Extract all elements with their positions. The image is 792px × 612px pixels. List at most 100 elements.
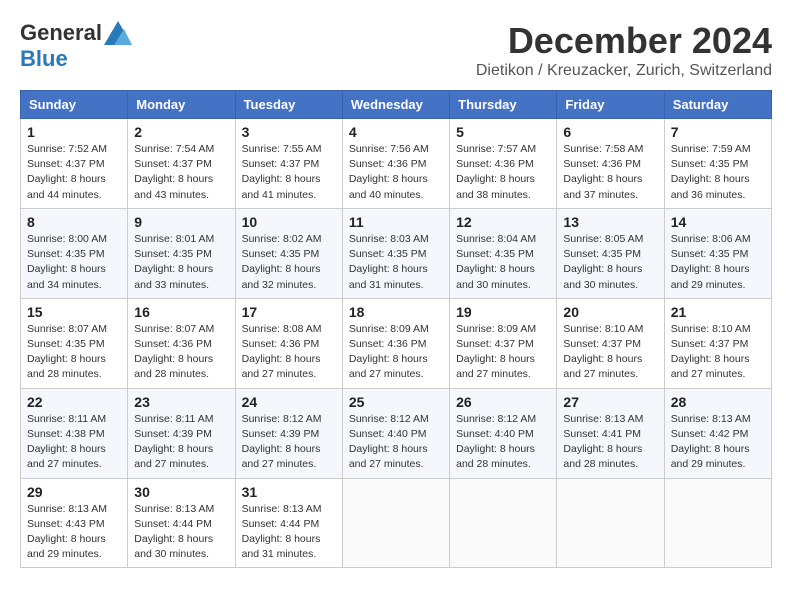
day-info: Sunrise: 8:13 AM Sunset: 4:41 PM Dayligh… xyxy=(563,412,657,473)
day-info: Sunrise: 8:10 AM Sunset: 4:37 PM Dayligh… xyxy=(563,322,657,383)
day-cell: 23 Sunrise: 8:11 AM Sunset: 4:39 PM Dayl… xyxy=(128,388,235,478)
day-cell: 15 Sunrise: 8:07 AM Sunset: 4:35 PM Dayl… xyxy=(21,298,128,388)
day-cell: 18 Sunrise: 8:09 AM Sunset: 4:36 PM Dayl… xyxy=(342,298,449,388)
day-number: 8 xyxy=(27,214,121,230)
day-info: Sunrise: 8:11 AM Sunset: 4:39 PM Dayligh… xyxy=(134,412,228,473)
day-info: Sunrise: 8:03 AM Sunset: 4:35 PM Dayligh… xyxy=(349,232,443,293)
day-number: 1 xyxy=(27,124,121,140)
day-info: Sunrise: 8:13 AM Sunset: 4:44 PM Dayligh… xyxy=(242,502,336,563)
day-number: 7 xyxy=(671,124,765,140)
day-info: Sunrise: 7:55 AM Sunset: 4:37 PM Dayligh… xyxy=(242,142,336,203)
day-info: Sunrise: 8:11 AM Sunset: 4:38 PM Dayligh… xyxy=(27,412,121,473)
day-info: Sunrise: 8:01 AM Sunset: 4:35 PM Dayligh… xyxy=(134,232,228,293)
day-cell: 3 Sunrise: 7:55 AM Sunset: 4:37 PM Dayli… xyxy=(235,119,342,209)
day-cell: 9 Sunrise: 8:01 AM Sunset: 4:35 PM Dayli… xyxy=(128,208,235,298)
day-number: 20 xyxy=(563,304,657,320)
day-info: Sunrise: 8:12 AM Sunset: 4:40 PM Dayligh… xyxy=(349,412,443,473)
weekday-header-saturday: Saturday xyxy=(664,91,771,119)
day-cell: 19 Sunrise: 8:09 AM Sunset: 4:37 PM Dayl… xyxy=(450,298,557,388)
day-cell: 20 Sunrise: 8:10 AM Sunset: 4:37 PM Dayl… xyxy=(557,298,664,388)
day-cell: 30 Sunrise: 8:13 AM Sunset: 4:44 PM Dayl… xyxy=(128,478,235,568)
weekday-header-row: SundayMondayTuesdayWednesdayThursdayFrid… xyxy=(21,91,772,119)
day-number: 31 xyxy=(242,484,336,500)
day-number: 27 xyxy=(563,394,657,410)
day-cell: 17 Sunrise: 8:08 AM Sunset: 4:36 PM Dayl… xyxy=(235,298,342,388)
weekday-header-tuesday: Tuesday xyxy=(235,91,342,119)
day-number: 18 xyxy=(349,304,443,320)
day-number: 2 xyxy=(134,124,228,140)
day-info: Sunrise: 7:56 AM Sunset: 4:36 PM Dayligh… xyxy=(349,142,443,203)
day-cell: 7 Sunrise: 7:59 AM Sunset: 4:35 PM Dayli… xyxy=(664,119,771,209)
day-cell: 10 Sunrise: 8:02 AM Sunset: 4:35 PM Dayl… xyxy=(235,208,342,298)
day-cell: 12 Sunrise: 8:04 AM Sunset: 4:35 PM Dayl… xyxy=(450,208,557,298)
day-cell: 5 Sunrise: 7:57 AM Sunset: 4:36 PM Dayli… xyxy=(450,119,557,209)
day-number: 10 xyxy=(242,214,336,230)
day-cell: 24 Sunrise: 8:12 AM Sunset: 4:39 PM Dayl… xyxy=(235,388,342,478)
day-info: Sunrise: 8:12 AM Sunset: 4:39 PM Dayligh… xyxy=(242,412,336,473)
logo-general-text: General xyxy=(20,20,102,46)
day-number: 15 xyxy=(27,304,121,320)
day-number: 6 xyxy=(563,124,657,140)
day-info: Sunrise: 7:52 AM Sunset: 4:37 PM Dayligh… xyxy=(27,142,121,203)
day-info: Sunrise: 8:13 AM Sunset: 4:44 PM Dayligh… xyxy=(134,502,228,563)
day-info: Sunrise: 8:00 AM Sunset: 4:35 PM Dayligh… xyxy=(27,232,121,293)
day-number: 11 xyxy=(349,214,443,230)
day-info: Sunrise: 7:54 AM Sunset: 4:37 PM Dayligh… xyxy=(134,142,228,203)
day-number: 25 xyxy=(349,394,443,410)
location-title: Dietikon / Kreuzacker, Zurich, Switzerla… xyxy=(476,62,772,80)
day-cell: 31 Sunrise: 8:13 AM Sunset: 4:44 PM Dayl… xyxy=(235,478,342,568)
day-info: Sunrise: 8:04 AM Sunset: 4:35 PM Dayligh… xyxy=(456,232,550,293)
day-cell: 21 Sunrise: 8:10 AM Sunset: 4:37 PM Dayl… xyxy=(664,298,771,388)
day-cell xyxy=(342,478,449,568)
day-info: Sunrise: 8:02 AM Sunset: 4:35 PM Dayligh… xyxy=(242,232,336,293)
day-info: Sunrise: 7:57 AM Sunset: 4:36 PM Dayligh… xyxy=(456,142,550,203)
day-cell: 25 Sunrise: 8:12 AM Sunset: 4:40 PM Dayl… xyxy=(342,388,449,478)
day-number: 29 xyxy=(27,484,121,500)
day-cell xyxy=(557,478,664,568)
weekday-header-wednesday: Wednesday xyxy=(342,91,449,119)
month-title: December 2024 xyxy=(476,20,772,62)
day-info: Sunrise: 8:10 AM Sunset: 4:37 PM Dayligh… xyxy=(671,322,765,383)
week-row-2: 8 Sunrise: 8:00 AM Sunset: 4:35 PM Dayli… xyxy=(21,208,772,298)
weekday-header-friday: Friday xyxy=(557,91,664,119)
day-cell: 29 Sunrise: 8:13 AM Sunset: 4:43 PM Dayl… xyxy=(21,478,128,568)
calendar-table: SundayMondayTuesdayWednesdayThursdayFrid… xyxy=(20,90,772,568)
day-info: Sunrise: 8:13 AM Sunset: 4:42 PM Dayligh… xyxy=(671,412,765,473)
day-info: Sunrise: 8:13 AM Sunset: 4:43 PM Dayligh… xyxy=(27,502,121,563)
day-number: 14 xyxy=(671,214,765,230)
day-cell: 8 Sunrise: 8:00 AM Sunset: 4:35 PM Dayli… xyxy=(21,208,128,298)
page-header: General Blue December 2024 Dietikon / Kr… xyxy=(20,20,772,80)
week-row-3: 15 Sunrise: 8:07 AM Sunset: 4:35 PM Dayl… xyxy=(21,298,772,388)
day-number: 5 xyxy=(456,124,550,140)
day-info: Sunrise: 8:05 AM Sunset: 4:35 PM Dayligh… xyxy=(563,232,657,293)
day-info: Sunrise: 7:59 AM Sunset: 4:35 PM Dayligh… xyxy=(671,142,765,203)
day-info: Sunrise: 8:06 AM Sunset: 4:35 PM Dayligh… xyxy=(671,232,765,293)
day-info: Sunrise: 8:09 AM Sunset: 4:36 PM Dayligh… xyxy=(349,322,443,383)
weekday-header-monday: Monday xyxy=(128,91,235,119)
day-cell: 28 Sunrise: 8:13 AM Sunset: 4:42 PM Dayl… xyxy=(664,388,771,478)
weekday-header-sunday: Sunday xyxy=(21,91,128,119)
day-info: Sunrise: 8:12 AM Sunset: 4:40 PM Dayligh… xyxy=(456,412,550,473)
day-number: 21 xyxy=(671,304,765,320)
day-number: 22 xyxy=(27,394,121,410)
day-number: 19 xyxy=(456,304,550,320)
day-cell: 11 Sunrise: 8:03 AM Sunset: 4:35 PM Dayl… xyxy=(342,208,449,298)
day-number: 4 xyxy=(349,124,443,140)
day-cell: 2 Sunrise: 7:54 AM Sunset: 4:37 PM Dayli… xyxy=(128,119,235,209)
weekday-header-thursday: Thursday xyxy=(450,91,557,119)
day-number: 13 xyxy=(563,214,657,230)
day-number: 28 xyxy=(671,394,765,410)
logo-icon xyxy=(104,21,132,45)
day-cell: 26 Sunrise: 8:12 AM Sunset: 4:40 PM Dayl… xyxy=(450,388,557,478)
day-cell: 6 Sunrise: 7:58 AM Sunset: 4:36 PM Dayli… xyxy=(557,119,664,209)
day-number: 23 xyxy=(134,394,228,410)
day-number: 30 xyxy=(134,484,228,500)
day-cell: 14 Sunrise: 8:06 AM Sunset: 4:35 PM Dayl… xyxy=(664,208,771,298)
logo: General Blue xyxy=(20,20,132,72)
logo-blue-text: Blue xyxy=(20,46,68,72)
day-cell: 16 Sunrise: 8:07 AM Sunset: 4:36 PM Dayl… xyxy=(128,298,235,388)
day-info: Sunrise: 8:08 AM Sunset: 4:36 PM Dayligh… xyxy=(242,322,336,383)
day-number: 17 xyxy=(242,304,336,320)
day-cell xyxy=(664,478,771,568)
day-info: Sunrise: 8:07 AM Sunset: 4:36 PM Dayligh… xyxy=(134,322,228,383)
